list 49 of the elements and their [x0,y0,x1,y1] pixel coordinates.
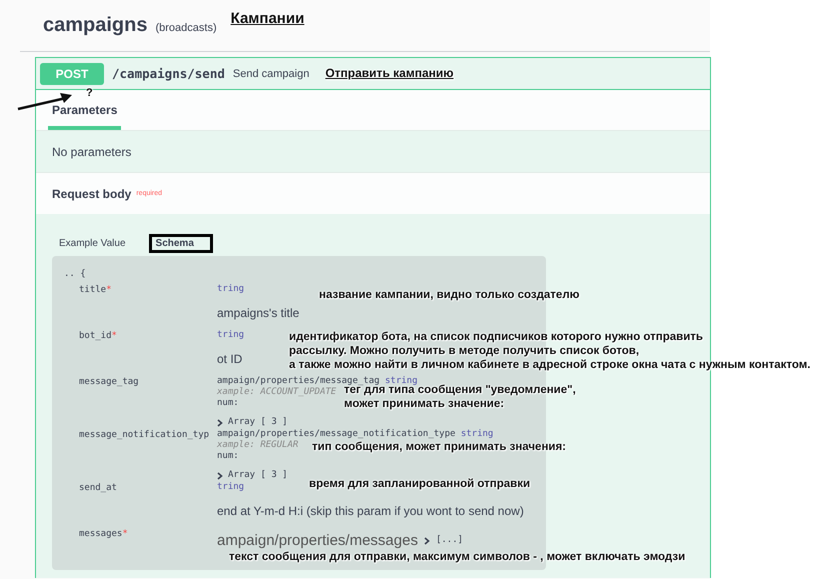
chevron-icon[interactable] [217,472,223,480]
required-mark: * [112,331,117,341]
required-label: required [136,190,162,197]
required-mark: * [106,285,112,295]
field-description: end at Y-m-d H:i (skip this param if you wont to send now) [217,504,524,518]
annotation: время для запланированной отправки [309,478,530,490]
empty-message: No parameters [52,144,132,158]
property-name: bot_id* [78,330,118,343]
property-name: title* [78,284,113,297]
field-description: ot ID [217,352,242,366]
enum-label: num: [217,398,239,409]
type-label: tring [217,284,244,295]
property-name: message_tag [78,376,140,389]
annotation: Кампании [230,10,304,28]
annotation: тип сообщения, может принимать значения: [312,441,566,453]
type-label: string [460,429,494,439]
reference-path: ampaign/properties/message_tag [217,376,380,386]
endpoint-summary: Send campaign [232,68,310,80]
field-description: ampaigns's title [217,306,300,320]
annotation: название кампании, видно только создателю [319,289,580,301]
endpoint-path: /campaigns/send [112,66,225,81]
request-body-title: Request body [52,186,132,200]
chevron-icon[interactable] [424,536,430,544]
type-label: string [384,376,418,386]
enum-label: num: [217,451,239,462]
property-name: message_notification_typ [78,429,210,442]
type-label: tring [217,330,244,341]
annotation: тег для типа сообщения "уведомление", может принимать значение: [344,384,576,410]
reference-path: ampaign/properties/message_notification_type [217,429,456,439]
expand-toggle[interactable]: [...] [436,535,464,546]
example-text: xample: REGULAR [217,440,298,451]
property-name: messages* [78,528,129,541]
annotation: Отправить кампанию [325,66,454,81]
annotation: текст сообщения для отправки, максимум символов - , может включать эмодзи [229,551,686,563]
array-toggle[interactable]: Array [ 3 ] [228,417,288,428]
tab[interactable]: Schema [148,234,213,252]
tab[interactable]: Example Value [52,234,145,252]
brace: .. { [64,269,86,280]
required-mark: * [122,529,128,539]
method-badge: POST [40,62,104,84]
example-text: xample: ACCOUNT_UPDATE [217,387,336,398]
annotation: ? [86,87,93,99]
type-label: tring [217,482,244,493]
section-subtitle: (broadcasts) [155,22,217,34]
model-name: ampaign/properties/messages [217,532,418,549]
section-title: campaigns [43,14,148,37]
array-toggle[interactable]: Array [ 3 ] [228,470,288,481]
property-name: send_at [78,482,118,495]
chevron-icon[interactable] [217,418,223,426]
